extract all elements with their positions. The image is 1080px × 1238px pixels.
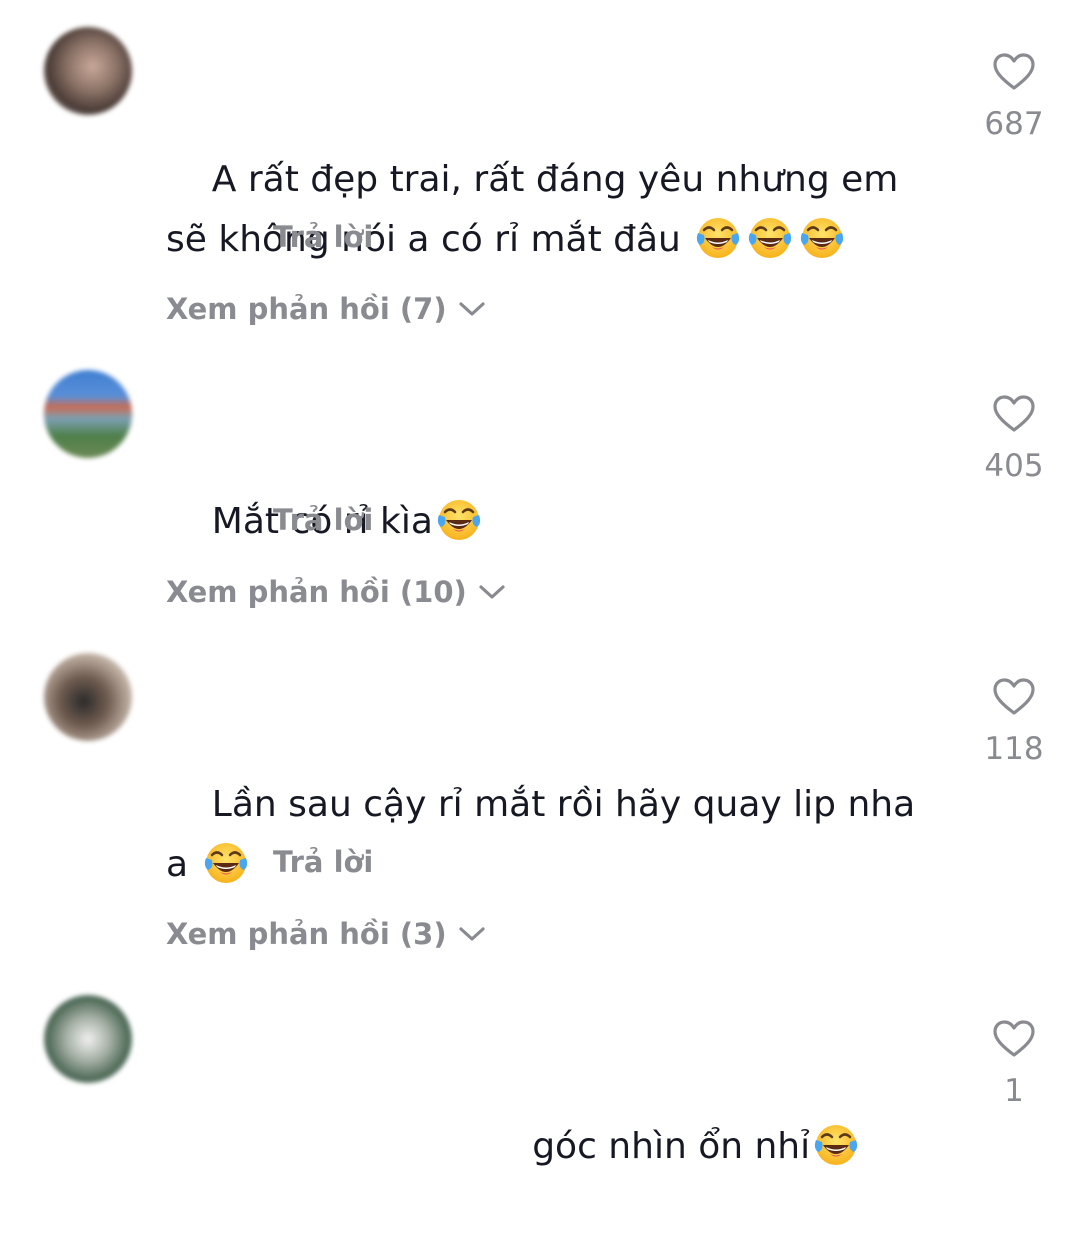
face-with-tears-of-joy-emoji [801, 218, 844, 258]
emoji-group [810, 1118, 862, 1178]
like-count: 118 [984, 731, 1044, 767]
heart-outline-icon[interactable] [992, 677, 1036, 717]
like-group: 118 [976, 677, 1052, 767]
avatar[interactable] [44, 653, 132, 741]
heart-outline-icon[interactable] [992, 52, 1036, 92]
heart-outline-icon[interactable] [992, 1019, 1036, 1059]
chevron-down-icon [458, 927, 485, 941]
avatar[interactable] [44, 27, 132, 115]
view-replies-label: Xem phản hồi (7) [166, 292, 447, 326]
emoji-group [433, 493, 485, 553]
face-with-tears-of-joy-emoji [204, 843, 247, 883]
emoji-group [692, 211, 848, 271]
view-replies-button[interactable]: Xem phản hồi (3) [166, 917, 487, 951]
like-count: 1 [1004, 1073, 1024, 1109]
like-count: 405 [984, 448, 1044, 484]
face-with-tears-of-joy-emoji [697, 218, 740, 258]
reply-button[interactable]: Trả lời [273, 503, 373, 537]
like-group: 1 [976, 1019, 1052, 1109]
face-with-tears-of-joy-emoji [749, 218, 792, 258]
view-replies-button[interactable]: Xem phản hồi (10) [166, 575, 507, 609]
chevron-down-icon [458, 302, 485, 316]
avatar[interactable] [44, 370, 132, 458]
chevron-down-icon [479, 585, 505, 599]
like-group: 405 [976, 394, 1052, 484]
reply-button[interactable]: Trả lời [273, 220, 373, 254]
view-replies-label: Xem phản hồi (3) [166, 917, 447, 951]
like-count: 687 [984, 106, 1044, 142]
heart-outline-icon[interactable] [992, 394, 1036, 434]
face-with-tears-of-joy-emoji [815, 1125, 858, 1165]
reply-button[interactable]: Trả lời [273, 845, 373, 879]
avatar[interactable] [44, 995, 132, 1083]
face-with-tears-of-joy-emoji [437, 500, 481, 540]
emoji-group [200, 836, 252, 896]
view-replies-label: Xem phản hồi (10) [166, 575, 467, 609]
like-group: 687 [976, 52, 1052, 142]
comment-text: góc nhìn ổn nhỉ [166, 1057, 936, 1238]
view-replies-button[interactable]: Xem phản hồi (7) [166, 292, 487, 326]
